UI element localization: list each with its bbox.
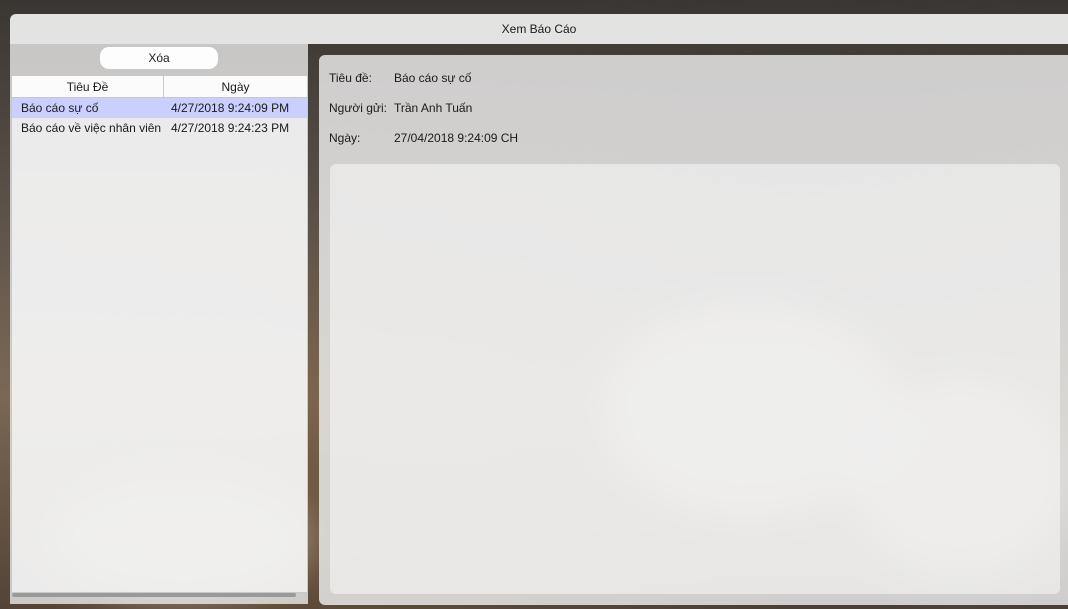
row-title: Báo cáo về việc nhân viên [21,121,162,135]
sender-value: Trần Anh Tuấn [394,101,473,115]
date-value: 27/04/2018 9:24:09 CH [394,131,519,145]
row-title: Báo cáo sự cố [21,101,99,115]
window-titlebar: Xem Báo Cáo [10,14,1068,44]
row-date: 4/27/2018 9:24:09 PM [171,101,290,115]
date-label: Ngày: [329,131,361,145]
table-row[interactable]: Báo cáo sự cố 4/27/2018 9:24:09 PM [12,98,307,118]
title-value: Báo cáo sự cố [394,71,472,85]
delete-button[interactable]: Xóa [100,47,218,69]
report-list[interactable]: Tiêu Đề Ngày Báo cáo sự cố 4/27/2018 9:2… [11,75,308,593]
table-row[interactable]: Báo cáo về việc nhân viên 4/27/2018 9:24… [12,118,307,138]
row-date: 4/27/2018 9:24:23 PM [171,121,290,135]
window-title: Xem Báo Cáo [501,22,577,36]
horizontal-scrollbar[interactable] [12,593,296,597]
column-header-date[interactable]: Ngày [164,76,307,97]
sender-label: Người gửi: [329,101,387,115]
column-header-title[interactable]: Tiêu Đề [12,76,164,97]
list-header: Tiêu Đề Ngày [12,76,307,98]
report-content-box[interactable] [330,164,1060,594]
title-label: Tiêu đề: [329,71,372,85]
